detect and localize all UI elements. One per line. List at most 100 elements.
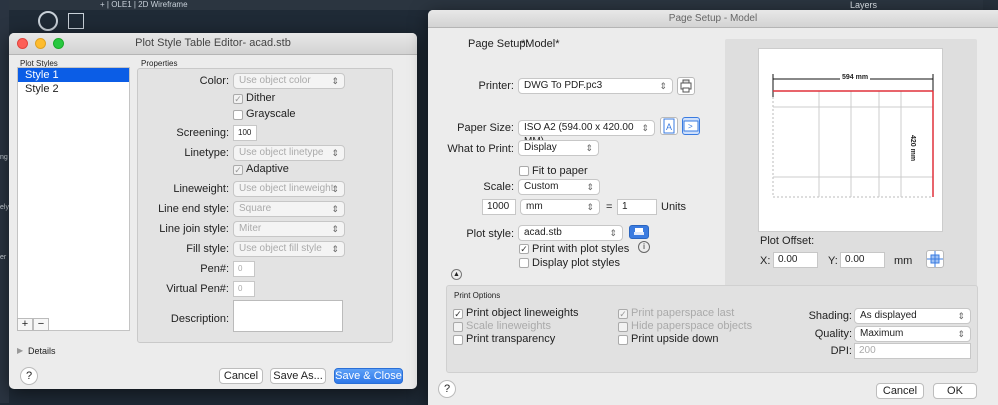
upside-down-checkbox[interactable] [618,335,628,345]
plot-style-label: Plot style: [466,228,514,240]
portrait-orientation-icon[interactable]: A [660,117,678,135]
save-close-button[interactable]: Save & Close [334,368,403,384]
svg-text:A: A [666,122,672,132]
quality-label: Quality: [814,328,852,340]
add-style-button[interactable]: + [17,318,33,331]
hide-paperspace-checkbox[interactable] [618,322,628,332]
chevron-updown-icon: ⇕ [331,148,339,158]
paper-size-select[interactable]: ISO A2 (594.00 x 420.00 MM)⇕ [518,120,655,147]
save-as-button[interactable]: Save As... [270,368,326,384]
description-input[interactable] [233,300,343,332]
details-label[interactable]: Details [28,346,56,356]
lineend-select[interactable]: Square ⇕ [233,201,345,217]
display-plot-styles-checkbox[interactable] [519,258,529,268]
chevron-updown-icon: ⇕ [331,76,339,86]
minimize-icon[interactable] [35,38,46,49]
scale-lineweights-checkbox[interactable] [453,322,463,332]
print-transparency-checkbox[interactable] [453,335,463,345]
dpi-input[interactable]: 200 [854,343,971,359]
collapse-icon[interactable]: ▲ [451,269,462,280]
linejoin-select[interactable]: Miter ⇕ [233,221,345,237]
quality-select[interactable]: Maximum ⇕ [854,326,971,342]
fit-to-paper-checkbox[interactable] [519,166,529,176]
offset-x-input[interactable]: 0.00 [773,252,818,268]
page-setup-title: Page Setup - Model [668,13,758,24]
circle-tool-icon[interactable] [38,11,58,31]
scale-unit-select[interactable]: mm ⇕ [520,199,600,215]
help-button[interactable]: ? [20,367,38,385]
plot-style-value: acad.stb [524,227,562,238]
lineweight-select[interactable]: Use object lineweight ⇕ [233,181,345,197]
center-plot-icon[interactable] [926,250,944,268]
print-with-plot-styles-checkbox[interactable]: ✓ [519,244,529,254]
ok-button[interactable]: OK [933,383,977,399]
scale-value: Custom [524,181,559,192]
offset-y-input[interactable]: 0.00 [840,252,885,268]
vpen-input[interactable]: 0 [233,281,255,297]
linetype-select[interactable]: Use object linetype ⇕ [233,145,345,161]
screening-label: Screening: [176,127,229,139]
scale-select[interactable]: Custom ⇕ [518,179,600,195]
pste-titlebar: Plot Style Table Editor- acad.stb [9,33,417,55]
color-value: Use object color [239,75,311,86]
color-select[interactable]: Use object color ⇕ [233,73,345,89]
hide-paperspace-label: Hide paperspace objects [631,320,753,332]
plot-offset-label: Plot Offset: [760,235,815,247]
list-controls: + − [17,318,49,331]
style-item-2[interactable]: Style 2 [18,82,129,96]
print-lineweights-label: Print object lineweights [466,307,579,319]
plot-style-table-editor-window: Plot Style Table Editor- acad.stb Plot S… [9,33,417,389]
print-lineweights-checkbox[interactable]: ✓ [453,309,463,319]
landscape-orientation-icon[interactable]: > [682,117,700,135]
style-item-1[interactable]: Style 1 [18,68,129,82]
offset-unit-label: mm [894,255,913,267]
scale-numerator-input[interactable]: 1000 [482,199,516,215]
rectangle-tool-icon[interactable] [68,13,84,29]
fit-to-paper-label: Fit to paper [532,165,588,177]
adaptive-checkbox[interactable]: ✓ [233,165,243,175]
shading-select[interactable]: As displayed ⇕ [854,308,971,324]
chevron-updown-icon: ⇕ [331,204,339,214]
left-panel-text: ng ely er [0,133,9,283]
chevron-updown-icon: ⇕ [641,123,649,133]
close-icon[interactable] [17,38,28,49]
pen-input[interactable]: 0 [233,261,255,277]
quality-value: Maximum [860,328,904,339]
dither-checkbox[interactable]: ✓ [233,94,243,104]
page-setup-titlebar: Page Setup - Model [428,10,998,28]
grayscale-checkbox[interactable] [233,110,243,120]
fill-select[interactable]: Use object fill style ⇕ [233,241,345,257]
what-to-print-label: What to Print: [447,143,514,155]
screening-input[interactable]: 100 [233,125,257,141]
layers-title: Layers [850,0,878,10]
paperspace-last-checkbox[interactable]: ✓ [618,309,628,319]
adaptive-label: Adaptive [246,163,289,175]
info-icon[interactable]: i [638,241,650,253]
zoom-icon[interactable] [53,38,64,49]
print-with-plot-styles-label: Print with plot styles [532,243,630,255]
fill-label: Fill style: [186,243,229,255]
disclosure-triangle-icon[interactable]: ▶ [17,346,23,355]
chevron-updown-icon: ⇕ [957,329,965,339]
what-to-print-select[interactable]: Display ⇕ [518,140,599,156]
printer-select[interactable]: DWG To PDF.pc3 ⇕ [518,78,673,94]
help-button[interactable]: ? [438,380,456,398]
edit-plot-style-icon[interactable] [629,225,649,239]
color-label: Color: [199,75,229,87]
linejoin-label: Line join style: [159,223,229,235]
svg-text:>: > [688,122,693,131]
remove-style-button[interactable]: − [33,318,49,331]
page-setup-window: Page Setup - Model Page Setup: *Model* P… [428,10,998,405]
cancel-button[interactable]: Cancel [876,383,924,399]
scale-denominator-input[interactable]: 1 [617,199,657,215]
plot-style-select[interactable]: acad.stb ⇕ [518,225,623,241]
page-setup-label: Page Setup: [468,38,529,50]
pen-label: Pen#: [200,263,229,275]
description-label: Description: [170,313,229,325]
chevron-updown-icon: ⇕ [585,143,593,153]
printer-value: DWG To PDF.pc3 [524,80,603,91]
cancel-button[interactable]: Cancel [219,368,263,384]
print-transparency-label: Print transparency [466,333,556,345]
lineend-label: Line end style: [158,203,229,215]
printer-properties-icon[interactable] [677,77,695,95]
